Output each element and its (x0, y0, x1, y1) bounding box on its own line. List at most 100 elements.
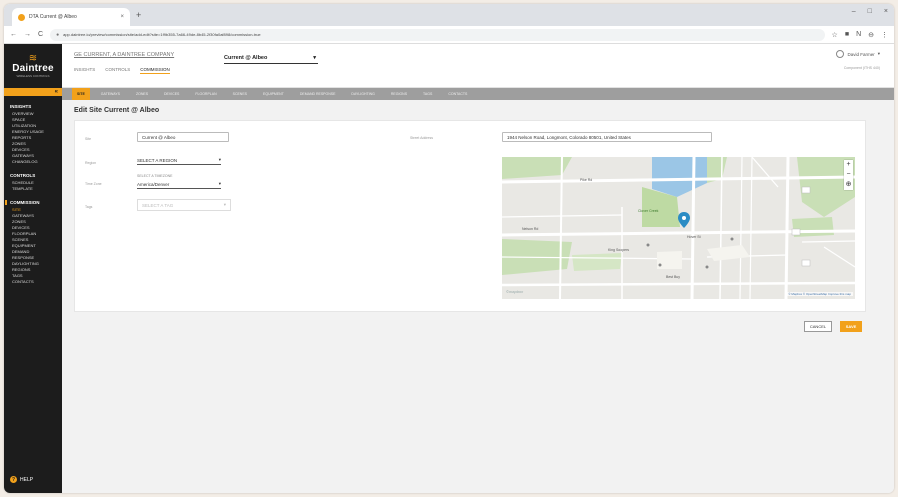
cancel-button[interactable]: CANCEL (804, 321, 832, 332)
breadcrumb[interactable]: GE CURRENT, A DAINTREE COMPANY (74, 52, 174, 58)
minimize-button[interactable]: – (852, 8, 856, 15)
nav-section-commission: COMMISSION SITE GATEWAYS ZONES DEVICES F… (4, 200, 62, 285)
timezone-hint: SELECT A TIMEZONE (137, 174, 173, 178)
map-zoom-controls: + − ⊕ (844, 160, 853, 190)
browser-tab[interactable]: DTA Current @ Albeo × (12, 8, 130, 26)
extension-icon[interactable]: ■ (845, 31, 849, 38)
new-tab-button[interactable]: + (136, 10, 141, 20)
lock-icon: ● (56, 31, 60, 38)
close-window-button[interactable]: × (884, 8, 888, 15)
user-menu[interactable]: David Farmer ▾ (836, 50, 880, 58)
logo-brand: Daintree (12, 62, 54, 74)
tab-scenes[interactable]: SCENES (228, 88, 252, 100)
sidebar-item-changelog[interactable]: CHANGELOG (10, 159, 62, 165)
help-label: HELP (20, 476, 34, 483)
tags-label: Tags (85, 205, 93, 209)
map-label-king: King Soopers (608, 248, 630, 252)
tab-zones[interactable]: ZONES (131, 88, 153, 100)
browser-window: DTA Current @ Albeo × + – □ × ← → C ● ap… (4, 4, 894, 493)
browser-tabbar: DTA Current @ Albeo × + – □ × (4, 4, 894, 26)
avatar (836, 50, 845, 58)
favicon-icon (18, 13, 25, 21)
compass-icon[interactable]: ⊕ (846, 180, 852, 190)
collapse-chevron-icon: « (54, 89, 58, 95)
nav-head-insights[interactable]: INSIGHTS (10, 104, 62, 109)
map-label-hover: Hover St (687, 235, 701, 239)
tab-floorplan[interactable]: FLOORPLAN (190, 88, 221, 100)
region-select-value: SELECT A REGION (137, 158, 178, 163)
timezone-select[interactable]: SELECT A TIMEZONE America/Denver ▾ (137, 174, 221, 189)
subnav-commission[interactable]: COMMISSION (140, 67, 170, 74)
tab-tags[interactable]: TAGS (418, 88, 437, 100)
address-label: Street Address (410, 136, 433, 140)
map-attribution[interactable]: © Mapbox © OpenStreetMap Improve this ma… (786, 292, 853, 296)
logo-tagline: WIRELESS CONTROLS (16, 73, 50, 78)
save-button[interactable]: SAVE (840, 321, 862, 332)
reload-icon[interactable]: C (38, 31, 43, 38)
tab-daylighting[interactable]: DAYLIGHTING (346, 88, 379, 100)
site-form-card: Site Current @ Albeo Region SELECT A REG… (74, 120, 866, 312)
help-link[interactable]: ? HELP (10, 476, 33, 483)
region-select[interactable]: SELECT A REGION ▾ (137, 155, 221, 165)
daintree-logo[interactable]: ≋ Daintree WIRELESS CONTROLS (4, 44, 62, 88)
back-icon[interactable]: ← (10, 31, 17, 38)
tags-select[interactable]: SELECT A TAG ▾ (137, 199, 231, 211)
site-selector[interactable]: Current @ Albeo ▾ (224, 52, 318, 64)
sidebar-item-template[interactable]: TEMPLATE (10, 186, 62, 192)
tab-devices[interactable]: DEVICES (159, 88, 184, 100)
extension-n-icon[interactable]: N (856, 31, 861, 38)
tags-select-value: SELECT A TAG (142, 202, 174, 208)
top-header: GE CURRENT, A DAINTREE COMPANY INSIGHTS … (62, 44, 894, 88)
url-bar[interactable]: ● app.daintree.io/preview/commission/sit… (50, 28, 825, 41)
site-selector-value: Current @ Albeo (224, 54, 268, 61)
logo-mark-icon: ≋ (28, 52, 38, 64)
tab-close-icon[interactable]: × (120, 14, 124, 20)
region-chevron-icon: ▾ (218, 157, 221, 162)
url-text: app.daintree.io/preview/commission/site/… (63, 32, 261, 37)
subnav-insights[interactable]: INSIGHTS (74, 67, 95, 74)
window-controls: – □ × (852, 8, 888, 15)
nav-head-commission[interactable]: COMMISSION (5, 200, 62, 205)
tab-demand-response[interactable]: DEMAND RESPONSE (295, 88, 341, 100)
user-name: David Farmer (847, 51, 875, 57)
sidebar-collapse-button[interactable]: « (4, 88, 62, 96)
bookmark-star-icon[interactable]: ☆ (832, 31, 838, 39)
tab-regions[interactable]: REGIONS (386, 88, 412, 100)
map-label-bestbuy: Best Buy (666, 275, 681, 279)
help-icon: ? (10, 476, 17, 483)
timezone-select-value: America/Denver (137, 182, 170, 187)
nav-section-insights: INSIGHTS OVERVIEW SPACE UTILIZATION ENER… (4, 104, 62, 165)
page-title: Edit Site Current @ Albeo (74, 107, 160, 114)
company-subtitle: Component (ITHS 440) (843, 66, 880, 70)
tab-site[interactable]: SITE (72, 88, 90, 100)
zoom-in-button[interactable]: + (846, 160, 850, 170)
site-map[interactable]: Nelson Rd Hover St Pike Rd Clover Creek … (502, 157, 855, 299)
timezone-label: Time Zone (85, 182, 102, 186)
tags-chevron-icon: ▾ (223, 202, 226, 207)
tab-gateways[interactable]: GATEWAYS (96, 88, 125, 100)
nav-head-controls[interactable]: CONTROLS (10, 173, 62, 178)
sidebar-item-contacts[interactable]: CONTACTS (10, 279, 62, 285)
commission-tabs: SITE GATEWAYS ZONES DEVICES FLOORPLAN SC… (62, 88, 894, 100)
site-name-input[interactable]: Current @ Albeo (137, 132, 229, 142)
tab-contacts[interactable]: CONTACTS (443, 88, 472, 100)
browser-tab-title: DTA Current @ Albeo (29, 14, 77, 20)
user-chevron-icon: ▾ (877, 51, 880, 56)
profile-icon[interactable]: ⊖ (868, 31, 874, 39)
address-input[interactable]: 1944 Nelson Road, Longmont, Colorado 805… (502, 132, 712, 142)
site-name-label: Site (85, 137, 92, 141)
browser-toolbar-icons: ☆ ■ N ⊖ ⋮ (832, 31, 888, 39)
tab-equipment[interactable]: EQUIPMENT (258, 88, 289, 100)
header-subnav: INSIGHTS CONTROLS COMMISSION (74, 67, 170, 74)
timezone-chevron-icon: ▾ (218, 181, 221, 186)
mapbox-logo[interactable]: ©mapbox (506, 289, 523, 294)
main-content: GE CURRENT, A DAINTREE COMPANY INSIGHTS … (62, 44, 894, 493)
sidebar: ≋ Daintree WIRELESS CONTROLS « INSIGHTS … (4, 44, 62, 493)
map-label-clover: Clover Creek (638, 209, 659, 213)
map-label-nelson: Nelson Rd (522, 227, 539, 231)
maximize-button[interactable]: □ (868, 8, 872, 15)
browser-menu-icon[interactable]: ⋮ (881, 31, 888, 39)
subnav-controls[interactable]: CONTROLS (105, 67, 130, 74)
zoom-out-button[interactable]: − (846, 170, 850, 180)
forward-icon[interactable]: → (24, 31, 31, 38)
